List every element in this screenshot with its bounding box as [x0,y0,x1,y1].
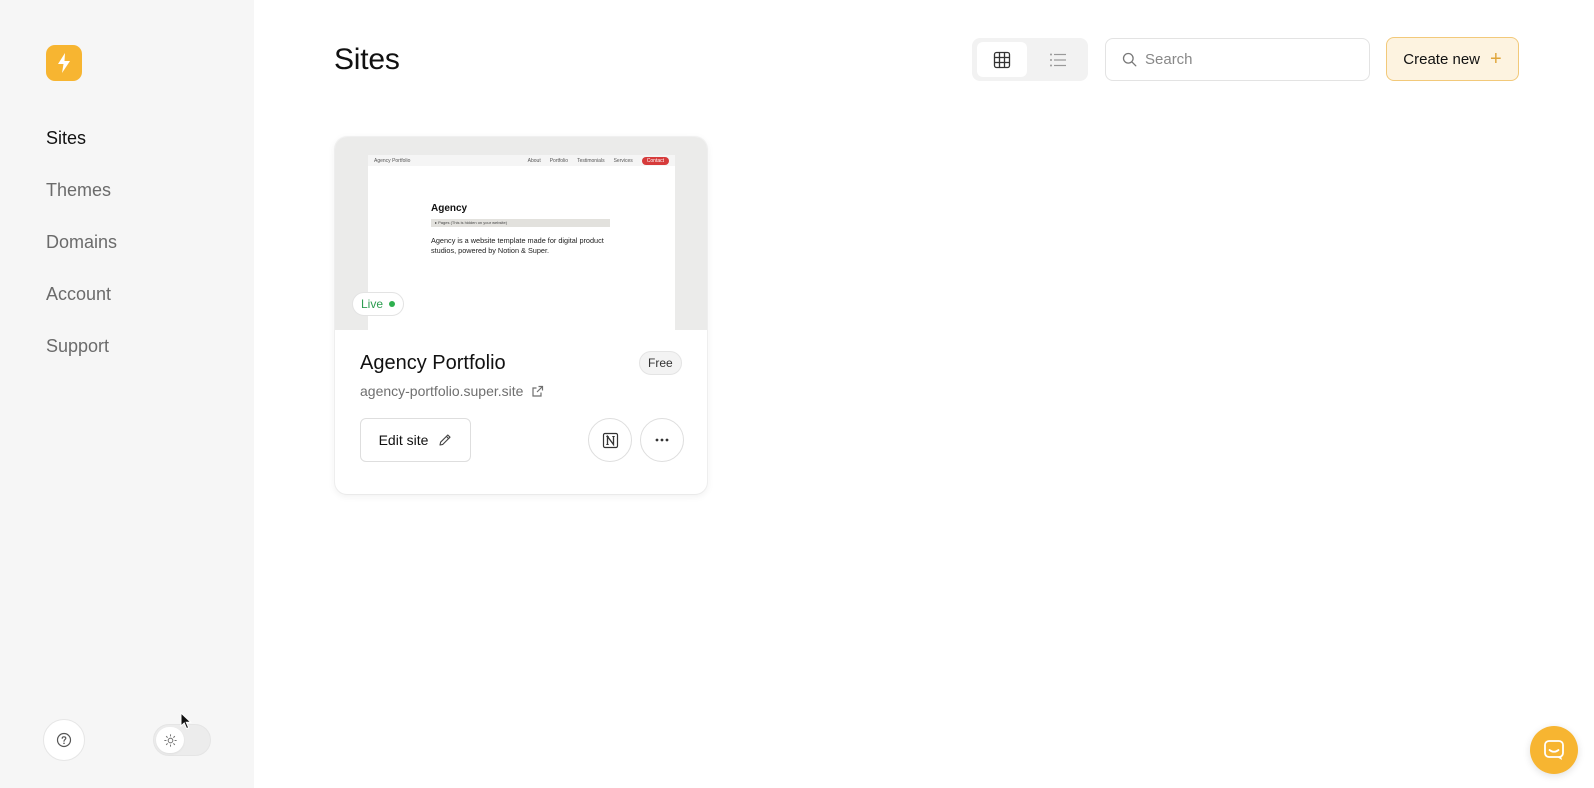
list-view-button[interactable] [1033,42,1083,77]
preview-navbar: Agency Portfolio About Portfolio Testimo… [368,155,675,166]
preview-toggle-block: ▸ Pages (This is hidden on your website) [431,219,610,227]
bolt-icon[interactable] [46,45,82,81]
chat-launcher-button[interactable] [1530,726,1578,774]
help-button[interactable] [43,719,85,761]
more-options-button[interactable] [640,418,684,462]
status-label: Live [361,297,384,311]
edit-site-button[interactable]: Edit site [360,418,471,462]
site-thumbnail[interactable]: Agency Portfolio About Portfolio Testimo… [335,137,707,330]
live-dot-icon [389,301,396,307]
page-title: Sites [334,43,400,76]
ellipsis-icon [655,438,669,442]
grid-view-button[interactable] [977,42,1027,77]
plus-icon: + [1490,48,1502,70]
mouse-cursor-icon [180,712,192,730]
site-card[interactable]: Agency Portfolio About Portfolio Testimo… [335,137,707,494]
preview-nav-link: Portfolio [549,158,569,164]
notion-icon [602,432,618,448]
app-root: Sites Themes Domains Account Support Sit… [0,0,1594,788]
site-preview: Agency Portfolio About Portfolio Testimo… [368,155,675,330]
site-url-link[interactable]: agency-portfolio.super.site [360,383,544,399]
edit-site-label: Edit site [378,432,429,448]
chat-icon [1544,740,1564,760]
preview-nav-link: Services [613,158,633,164]
sidebar: Sites Themes Domains Account Support [0,0,254,788]
sidebar-item-domains[interactable]: Domains [46,230,117,282]
create-new-button[interactable]: Create new + [1386,37,1519,81]
sun-icon [163,733,177,747]
search-box[interactable] [1105,38,1370,81]
external-link-icon [532,385,544,397]
view-toggle [972,38,1088,81]
status-badge: Live [352,292,405,316]
preview-nav-link: Testimonials [577,158,605,164]
grid-icon [993,51,1011,68]
sidebar-item-sites[interactable]: Sites [46,126,117,178]
create-new-label: Create new [1403,50,1481,68]
sidebar-nav: Sites Themes Domains Account Support [46,126,117,386]
site-url: agency-portfolio.super.site [360,383,524,399]
notion-button[interactable] [588,418,632,462]
preview-nav-link: About [527,158,541,164]
question-circle-icon [56,732,72,748]
search-icon [1122,52,1137,67]
sidebar-item-themes[interactable]: Themes [46,178,117,230]
search-input[interactable] [1145,51,1355,68]
sidebar-item-account[interactable]: Account [46,282,117,334]
plan-badge: Free [639,351,682,375]
preview-brand: Agency Portfolio [374,158,411,164]
preview-contact-button: Contact [641,157,669,165]
preview-body-text: Agency is a website template made for di… [431,236,604,255]
list-icon [1050,53,1066,66]
site-name[interactable]: Agency Portfolio [360,352,506,375]
sidebar-item-support[interactable]: Support [46,334,117,386]
pencil-icon [439,434,451,446]
preview-nav-links: About Portfolio Testimonials Services Co… [528,157,669,165]
preview-title: Agency [431,203,468,214]
theme-toggle-knob [156,727,184,753]
